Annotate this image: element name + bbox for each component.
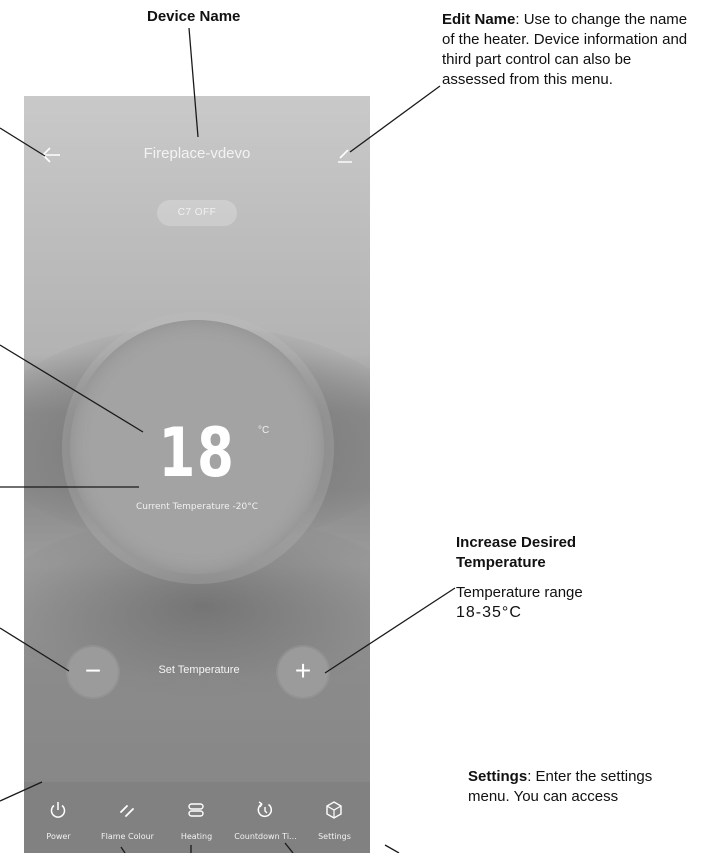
settings-icon — [326, 801, 342, 819]
tab-settings[interactable]: Settings — [300, 782, 369, 853]
tab-countdown[interactable]: Countdown Ti... — [231, 782, 300, 853]
edit-name-heading: Edit Name — [442, 11, 516, 28]
current-temperature: Current Temperature -20°C — [135, 502, 259, 512]
countdown-icon — [257, 801, 273, 818]
decrease-temperature-button[interactable]: − — [68, 647, 118, 697]
device-name-callout: Device Name — [147, 8, 241, 25]
settings-callout: Settings: Enter the settings menu. You c… — [468, 767, 668, 853]
tab-label: Heating — [180, 832, 213, 841]
app-screen: Fireplace-vdevo C7 OFF 18 °C Current Tem… — [24, 96, 370, 853]
settings-heading: Settings — [468, 768, 528, 785]
tab-label: Settings — [318, 832, 351, 841]
tab-flame-colour[interactable]: Flame Colour — [93, 782, 162, 853]
tab-power[interactable]: Power — [24, 782, 93, 853]
tab-heating[interactable]: Heating — [162, 782, 231, 853]
temperature-dial: 18 °C Current Temperature -20°C — [70, 320, 324, 574]
heating-icon — [188, 803, 204, 817]
power-icon — [50, 802, 66, 818]
back-arrow-icon[interactable] — [40, 144, 62, 166]
tab-label: Power — [46, 832, 71, 841]
tab-label: Countdown Ti... — [234, 832, 297, 841]
edit-name-callout: Edit Name: Use to change the name of the… — [442, 10, 692, 90]
status-badge: C7 OFF — [157, 200, 237, 226]
settings-leader — [384, 844, 400, 853]
temperature-range-text: Temperature range — [456, 584, 583, 601]
device-title: Fireplace-vdevo — [143, 145, 251, 162]
temperature-unit: °C — [258, 425, 270, 436]
edit-pencil-icon[interactable] — [336, 146, 354, 164]
flame-colour-icon — [120, 805, 134, 817]
increase-temperature-heading: Increase Desired Temperature — [456, 534, 577, 571]
increase-temperature-callout: Increase Desired Temperature Temperature… — [456, 533, 656, 623]
tab-label: Flame Colour — [101, 832, 154, 841]
bottom-tab-bar: Power Flame Colour Heating Countdown Ti.… — [24, 782, 370, 853]
increase-temperature-button[interactable]: + — [278, 647, 328, 697]
set-temperature-label: Set Temperature — [158, 664, 240, 676]
temperature-range-value: 18-35°C — [456, 604, 522, 621]
